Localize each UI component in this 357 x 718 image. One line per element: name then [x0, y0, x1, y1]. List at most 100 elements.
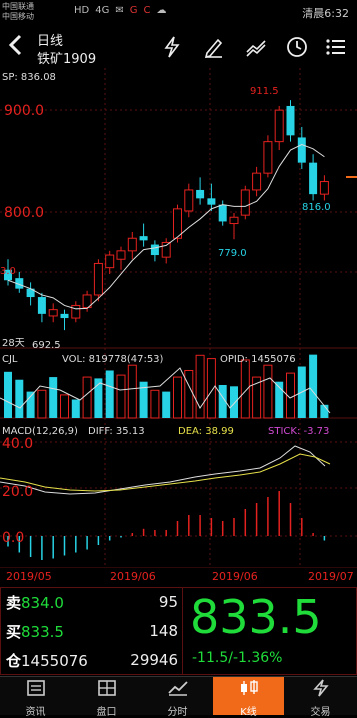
menu-button[interactable] [325, 36, 347, 63]
volume-bar [116, 374, 126, 419]
flash-icon [164, 36, 180, 58]
draw-button[interactable] [204, 36, 224, 63]
status-time: 清晨6:32 [302, 7, 349, 20]
candle-body [116, 250, 126, 260]
ask-label: 卖 [6, 594, 22, 612]
tab-kline[interactable]: K线 [213, 677, 284, 718]
tab-orderbook[interactable]: 盘口 [71, 677, 142, 718]
status-bar: 中国联通 中国移动 HD 4G ✉ G C ☁ 清晨6:32 [0, 0, 357, 26]
tab-label: 资讯 [25, 707, 46, 718]
ask-qty: 95 [158, 593, 178, 611]
volume-bar [173, 376, 182, 419]
hd-icon: HD [74, 5, 90, 16]
last-price: 833.5 [190, 590, 322, 644]
price-800-label: 800.0 [4, 205, 45, 221]
oi-change: 29946 [130, 651, 178, 669]
oi-value: 1455076 [21, 652, 88, 670]
volume-bar [127, 364, 137, 419]
cjl-label: CJL [2, 354, 18, 365]
volume-bar [150, 389, 160, 419]
date-tick: 2019/06 [212, 570, 258, 583]
kline-chart[interactable] [0, 68, 357, 568]
candle-body [105, 254, 115, 269]
volume-bar [49, 377, 58, 418]
carrier-info: 中国联通 中国移动 [2, 2, 34, 22]
oi-label: 仓 [6, 652, 22, 670]
opid-label: OPID: 1455076 [220, 354, 296, 365]
carrier-2: 中国移动 [2, 12, 34, 21]
trade-icon [284, 679, 357, 703]
volume-bar [60, 394, 69, 419]
volume-bar [15, 379, 24, 418]
date-axis: 2019/05 2019/06 2019/06 2019/07 [0, 570, 357, 584]
bid-label: 买 [6, 623, 22, 641]
chart-period[interactable]: 日线 [37, 30, 63, 49]
tab-label: 交易 [310, 707, 331, 718]
candle-body [274, 109, 284, 143]
tab-label: 盘口 [96, 707, 117, 718]
bid-row: 买833.5 [6, 621, 64, 642]
candle-body [184, 189, 194, 212]
cloud-icon: ☁ [156, 5, 167, 16]
tab-timeshare[interactable]: 分时 [142, 677, 213, 718]
mail-icon: ✉ [115, 5, 124, 16]
app-g-icon: G [129, 5, 138, 16]
macd-0-label: 0.0 [2, 530, 25, 546]
price-low-label: 3.0 [0, 266, 16, 277]
candle-body [207, 198, 216, 205]
ma-line [7, 144, 325, 310]
timeshare-icon [142, 679, 213, 703]
pen-icon [204, 38, 223, 59]
tab-news[interactable]: 资讯 [0, 677, 71, 718]
price-change: -11.5/-1.36% [192, 650, 283, 666]
date-tick: 2019/07 [308, 570, 354, 583]
draw-line-icon [246, 40, 266, 57]
candle-body [48, 309, 58, 317]
candle-body [93, 262, 103, 296]
candle-body [139, 236, 148, 241]
date-tick: 2019/06 [110, 570, 156, 583]
candle-body [218, 204, 227, 222]
candle-body [319, 181, 329, 195]
diff-line [0, 445, 326, 495]
candle-body [196, 189, 205, 199]
volume-bar [26, 391, 35, 418]
period-button[interactable] [286, 36, 308, 63]
carrier-1: 中国联通 [2, 2, 34, 11]
candle-body [60, 313, 69, 319]
candlestick-icon [213, 679, 284, 703]
volume-bar [37, 389, 47, 419]
candle-body [161, 241, 171, 258]
orderbook-icon [71, 679, 142, 703]
candle-body [297, 137, 306, 163]
clock-icon [287, 37, 307, 57]
volume-bar [71, 399, 80, 418]
candle-body [252, 172, 262, 191]
back-button[interactable] [8, 34, 22, 62]
contract-name[interactable]: 铁矿1909 [37, 48, 96, 67]
macd-20-label: 20.0 [2, 484, 34, 500]
mark-779: 779.0 [218, 248, 247, 259]
candles-layer [4, 100, 329, 331]
candle-body [229, 216, 239, 225]
status-icons: HD 4G ✉ G C ☁ [74, 5, 166, 16]
days-label: 28天 [2, 338, 25, 349]
app-c-icon: C [143, 5, 151, 16]
candle-body [37, 297, 46, 314]
macd-layer [7, 491, 326, 560]
mark-816: 816.0 [302, 202, 331, 213]
flash-button[interactable] [163, 36, 181, 63]
volume-bar [263, 364, 273, 419]
macd-40-label: 40.0 [2, 436, 34, 452]
volume-bar [4, 371, 12, 418]
dea-label: DEA: 38.99 [178, 426, 234, 437]
ma-layer [7, 144, 325, 310]
tab-trade[interactable]: 交易 [284, 677, 357, 718]
candle-body [240, 189, 250, 216]
tab-label: 分时 [167, 707, 188, 718]
indicator-button[interactable] [245, 36, 267, 63]
volume-bar [240, 359, 250, 419]
high-mark: 911.5 [250, 86, 279, 97]
candle-body [309, 162, 318, 195]
candle-body [150, 244, 159, 256]
